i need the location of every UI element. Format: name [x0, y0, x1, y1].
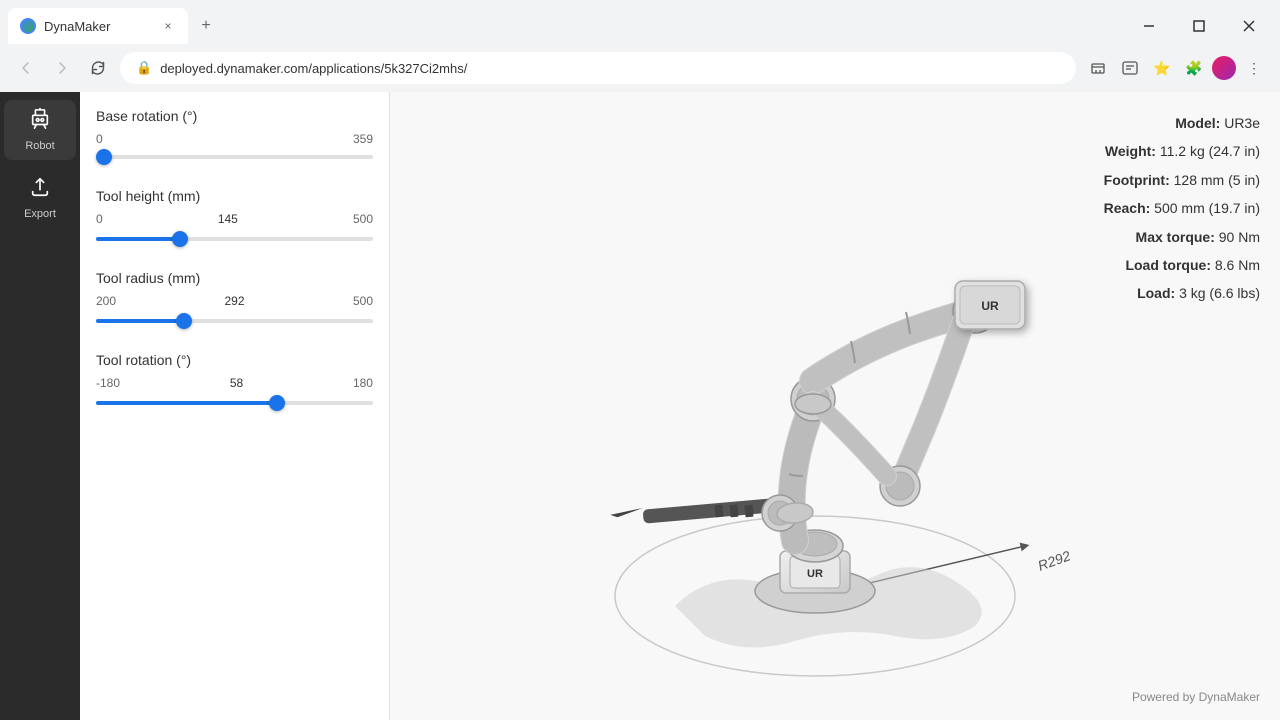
- sidebar-item-robot[interactable]: Robot: [4, 100, 76, 160]
- cast-button[interactable]: [1084, 54, 1112, 82]
- tool-rotation-group: Tool rotation (°) -180 58 180: [96, 352, 373, 410]
- refresh-button[interactable]: [84, 54, 112, 82]
- base-rotation-slider[interactable]: [96, 155, 373, 159]
- menu-button[interactable]: ⋮: [1240, 54, 1268, 82]
- svg-text:R292: R292: [1036, 547, 1073, 574]
- footprint-value: 128 mm (5 in): [1174, 172, 1260, 188]
- browser-tab[interactable]: DynaMaker ×: [8, 8, 188, 44]
- tab-close-button[interactable]: ×: [160, 18, 176, 34]
- title-bar: DynaMaker × +: [0, 0, 1280, 44]
- extensions-button[interactable]: 🧩: [1180, 54, 1208, 82]
- tool-rotation-max: 180: [353, 376, 373, 390]
- tool-rotation-min: -180: [96, 376, 120, 390]
- reach-row: Reach: 500 mm (19.7 in): [1104, 197, 1260, 219]
- new-tab-button[interactable]: +: [192, 12, 220, 40]
- maximize-button[interactable]: [1176, 12, 1222, 40]
- tool-height-max: 500: [353, 212, 373, 226]
- load-value: 3 kg (6.6 lbs): [1179, 285, 1260, 301]
- tool-radius-max: 500: [353, 294, 373, 308]
- tool-height-label: Tool height (mm): [96, 188, 373, 204]
- minimize-button[interactable]: [1126, 12, 1172, 40]
- load-label: Load:: [1137, 285, 1175, 301]
- svg-text:UR: UR: [807, 568, 823, 580]
- load-torque-value: 8.6 Nm: [1215, 257, 1260, 273]
- max-torque-row: Max torque: 90 Nm: [1104, 226, 1260, 248]
- sidebar-robot-label: Robot: [25, 140, 54, 152]
- browser-chrome: DynaMaker × + 🔒 deployed.dynam: [0, 0, 1280, 92]
- robot-svg: R292: [495, 116, 1175, 696]
- tab-search-button[interactable]: [1116, 54, 1144, 82]
- back-button[interactable]: [12, 54, 40, 82]
- tool-radius-label: Tool radius (mm): [96, 270, 373, 286]
- tool-rotation-value: 58: [230, 376, 243, 390]
- tab-title: DynaMaker: [44, 19, 152, 34]
- powered-by: Powered by DynaMaker: [1132, 690, 1260, 704]
- profile-avatar[interactable]: [1212, 56, 1236, 80]
- tool-height-group: Tool height (mm) 0 145 500: [96, 188, 373, 246]
- max-torque-label: Max torque:: [1136, 229, 1215, 245]
- reach-value: 500 mm (19.7 in): [1154, 200, 1260, 216]
- tool-rotation-label: Tool rotation (°): [96, 352, 373, 368]
- base-rotation-max: 359: [353, 132, 373, 146]
- svg-text:UR: UR: [981, 299, 999, 313]
- tool-radius-min: 200: [96, 294, 116, 308]
- base-rotation-group: Base rotation (°) 0 359: [96, 108, 373, 164]
- weight-row: Weight: 11.2 kg (24.7 in): [1104, 140, 1260, 162]
- model-value: UR3e: [1224, 115, 1260, 131]
- footprint-label: Footprint:: [1104, 172, 1170, 188]
- robot-icon: [29, 108, 51, 136]
- nav-bar: 🔒 deployed.dynamaker.com/applications/5k…: [0, 44, 1280, 92]
- tool-radius-group: Tool radius (mm) 200 292 500: [96, 270, 373, 328]
- nav-extras: ⭐ 🧩 ⋮: [1084, 54, 1268, 82]
- reach-label: Reach:: [1104, 200, 1151, 216]
- forward-button[interactable]: [48, 54, 76, 82]
- app-body: Robot Export Base rotation (°) 0 359 To: [0, 92, 1280, 720]
- url-text: deployed.dynamaker.com/applications/5k32…: [160, 61, 1060, 76]
- tab-favicon-container: [20, 18, 36, 34]
- load-torque-label: Load torque:: [1125, 257, 1211, 273]
- tool-height-slider[interactable]: [96, 237, 373, 241]
- bookmark-button[interactable]: ⭐: [1148, 54, 1176, 82]
- lock-icon: 🔒: [136, 60, 152, 76]
- tool-rotation-slider[interactable]: [96, 401, 373, 405]
- address-bar[interactable]: 🔒 deployed.dynamaker.com/applications/5k…: [120, 52, 1076, 84]
- tool-height-min: 0: [96, 212, 103, 226]
- info-panel: Model: UR3e Weight: 11.2 kg (24.7 in) Fo…: [1104, 112, 1260, 311]
- weight-value: 11.2 kg (24.7 in): [1160, 143, 1260, 159]
- sidebar-item-export[interactable]: Export: [4, 168, 76, 228]
- close-window-button[interactable]: [1226, 12, 1272, 40]
- sidebar: Robot Export: [0, 92, 80, 720]
- model-label: Model:: [1175, 115, 1220, 131]
- window-controls: [1126, 12, 1272, 40]
- tab-favicon: [22, 20, 34, 32]
- max-torque-value: 90 Nm: [1219, 229, 1260, 245]
- tool-height-value: 145: [218, 212, 238, 226]
- tool-radius-value: 292: [224, 294, 244, 308]
- controls-panel: Base rotation (°) 0 359 Tool height (mm)…: [80, 92, 390, 720]
- weight-label: Weight:: [1105, 143, 1156, 159]
- load-torque-row: Load torque: 8.6 Nm: [1104, 254, 1260, 276]
- tool-radius-slider[interactable]: [96, 319, 373, 323]
- base-rotation-min: 0: [96, 132, 103, 146]
- load-row: Load: 3 kg (6.6 lbs): [1104, 282, 1260, 304]
- base-rotation-values: 0 359: [96, 132, 373, 146]
- export-icon: [29, 176, 51, 204]
- base-rotation-label: Base rotation (°): [96, 108, 373, 124]
- main-canvas: R292: [390, 92, 1280, 720]
- footprint-row: Footprint: 128 mm (5 in): [1104, 169, 1260, 191]
- model-row: Model: UR3e: [1104, 112, 1260, 134]
- sidebar-export-label: Export: [24, 208, 56, 220]
